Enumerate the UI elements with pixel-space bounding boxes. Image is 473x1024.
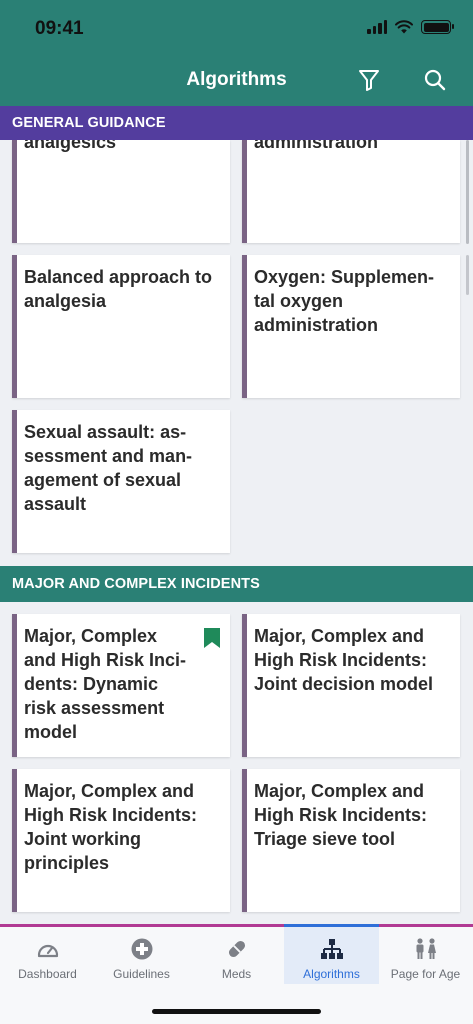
card-title: Major, Complex and High Risk Incidents: … bbox=[254, 626, 434, 694]
algorithm-card[interactable]: Major, Complex and High Risk Incidents: … bbox=[242, 140, 460, 243]
algorithm-card[interactable]: Balanced approach to analgesia bbox=[12, 255, 230, 398]
page-title: Algorithms bbox=[186, 69, 287, 90]
status-time: 09:41 bbox=[35, 18, 84, 39]
algorithm-card[interactable]: analgesics bbox=[12, 140, 230, 243]
flowchart-icon bbox=[320, 937, 343, 961]
pill-icon bbox=[226, 937, 248, 961]
nav-item-page-for-age[interactable]: Page for Age bbox=[378, 927, 473, 987]
app-header: 09:41 Algorithms bbox=[0, 0, 473, 106]
card-title: Major, Complex and High Risk Incidents: … bbox=[254, 781, 428, 849]
algorithm-card[interactable]: Major, Complex and High Risk Incidents: … bbox=[12, 769, 230, 912]
card-title: Sexual assault: as-sessment and man-agem… bbox=[24, 422, 193, 514]
nav-label: Guidelines bbox=[113, 967, 170, 981]
card-title: Major, Complex and High Risk Incidents: … bbox=[24, 781, 198, 873]
algorithm-card[interactable]: Oxygen: Supplemen-tal oxygen administrat… bbox=[242, 255, 460, 398]
section-header-major-incidents: MAJOR AND COMPLEX INCIDENTS bbox=[0, 566, 473, 602]
search-icon bbox=[424, 69, 446, 91]
scrollbar[interactable] bbox=[466, 140, 469, 244]
algorithm-card[interactable]: Major, Complex and High Risk Inci-dents:… bbox=[12, 614, 230, 757]
nav-label: Meds bbox=[221, 967, 252, 981]
scrollbar[interactable] bbox=[466, 255, 469, 295]
nav-label: Page for Age bbox=[390, 967, 461, 981]
medical-cross-icon bbox=[131, 937, 153, 961]
home-indicator[interactable] bbox=[152, 1009, 321, 1014]
cellular-signal-icon bbox=[367, 20, 387, 34]
wifi-icon bbox=[395, 20, 413, 34]
gauge-icon bbox=[36, 937, 60, 961]
nav-item-guidelines[interactable]: Guidelines bbox=[94, 927, 189, 987]
nav-item-algorithms[interactable]: Algorithms bbox=[284, 924, 379, 984]
algorithm-card[interactable]: Major, Complex and High Risk Incidents: … bbox=[242, 769, 460, 912]
bookmark-icon[interactable] bbox=[204, 628, 220, 653]
nav-label: Dashboard bbox=[18, 967, 77, 981]
card-title: Major, Complex and High Risk Inci-dents:… bbox=[24, 626, 187, 742]
algorithm-card[interactable]: Major, Complex and High Risk Incidents: … bbox=[242, 614, 460, 757]
search-button[interactable] bbox=[421, 66, 449, 94]
section-header-general-guidance: GENERAL GUIDANCE bbox=[0, 106, 473, 140]
algorithm-card[interactable]: Sexual assault: as-sessment and man-agem… bbox=[12, 410, 230, 553]
people-icon bbox=[413, 937, 439, 961]
battery-icon bbox=[421, 20, 454, 34]
nav-item-dashboard[interactable]: Dashboard bbox=[0, 927, 95, 987]
card-title: administration bbox=[254, 140, 379, 152]
nav-item-meds[interactable]: Meds bbox=[189, 927, 284, 987]
card-title: analgesics bbox=[24, 140, 117, 152]
filter-icon bbox=[359, 70, 379, 91]
status-icons bbox=[367, 20, 454, 34]
nav-label: Algorithms bbox=[303, 967, 360, 981]
card-title: Oxygen: Supplemen-tal oxygen administrat… bbox=[254, 267, 435, 335]
card-title: Balanced approach to analgesia bbox=[24, 267, 213, 311]
filter-button[interactable] bbox=[355, 66, 383, 94]
